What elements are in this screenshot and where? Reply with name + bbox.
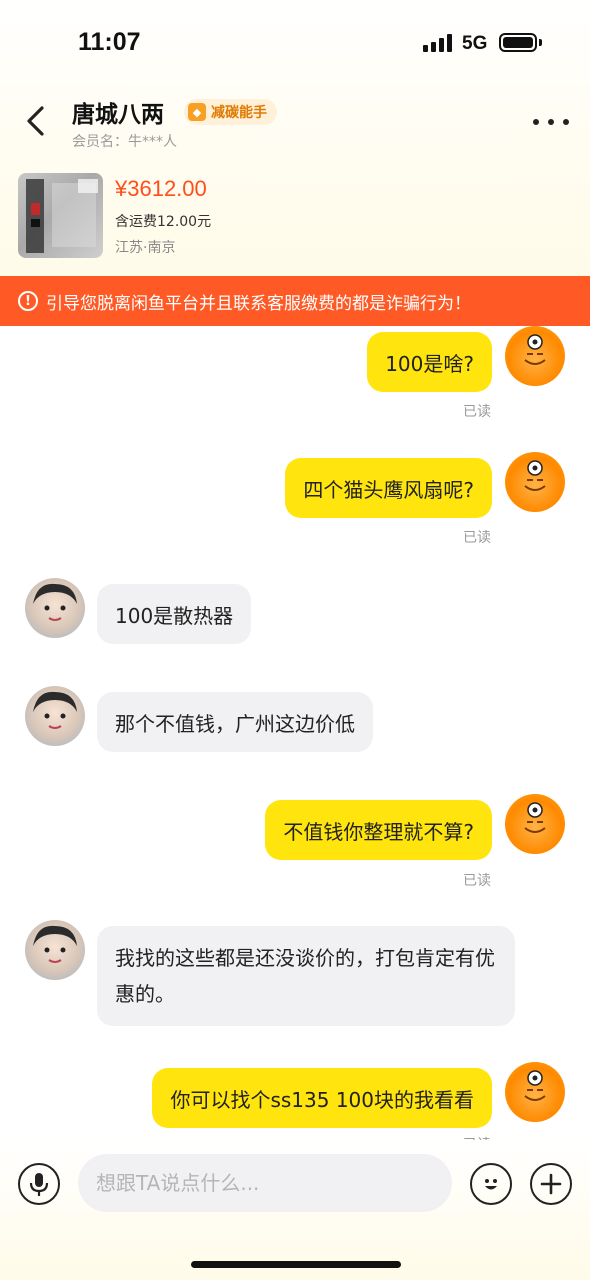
product-price: ¥3612.00 — [115, 176, 207, 201]
message-bubble-received[interactable]: 100是散热器 — [97, 584, 252, 644]
product-location: 江苏·南京 — [115, 240, 176, 256]
microphone-icon[interactable] — [18, 1163, 60, 1205]
status-time: 11:07 — [78, 28, 141, 56]
battery-icon — [499, 33, 537, 52]
my-avatar[interactable] — [505, 326, 565, 386]
message-bubble-sent[interactable]: 你可以找个ss135 100块的我看看 — [152, 1068, 492, 1128]
message-bubble-sent[interactable]: 不值钱你整理就不算? — [265, 800, 492, 860]
message-bubble-sent[interactable]: 四个猫头鹰风扇呢? — [285, 458, 492, 518]
my-avatar[interactable] — [505, 794, 565, 854]
badge-label: 减碳能手 — [211, 105, 267, 121]
warning-icon: ! — [18, 291, 38, 311]
warning-text: 引导您脱离闲鱼平台并且联系客服缴费的都是诈骗行为！ — [46, 293, 471, 314]
my-avatar[interactable] — [505, 452, 565, 512]
message-bubble-sent[interactable]: 100是啥? — [367, 332, 492, 392]
more-icon[interactable] — [533, 110, 569, 134]
seller-badge[interactable]: ◆ 减碳能手 — [184, 99, 277, 125]
chat-messages[interactable]: 100是啥? 已读 四个猫头鹰风扇呢? 已读 100是散热器 那个不值钱，广州这… — [0, 326, 590, 1140]
message-input[interactable] — [78, 1154, 452, 1212]
emoji-icon[interactable] — [470, 1163, 512, 1205]
read-status: 已读 — [463, 530, 491, 546]
message-bubble-received[interactable]: 那个不值钱，广州这边价低 — [97, 692, 373, 752]
read-status: 已读 — [463, 873, 491, 889]
seller-avatar[interactable] — [25, 686, 85, 746]
product-thumbnail[interactable] — [18, 173, 103, 258]
leaf-badge-icon: ◆ — [188, 103, 206, 121]
fraud-warning-banner: ! 引导您脱离闲鱼平台并且联系客服缴费的都是诈骗行为！ — [0, 276, 590, 326]
chat-header: 唐城八两 ◆ 减碳能手 会员名：牛***人 — [0, 88, 590, 158]
plus-icon[interactable] — [530, 1163, 572, 1205]
seller-name[interactable]: 唐城八两 — [72, 95, 164, 129]
network-label: 5G — [462, 33, 488, 54]
signal-icon — [423, 34, 455, 52]
read-status: 已读 — [463, 404, 491, 420]
product-card[interactable]: ¥3612.00 含运费12.00元 江苏·南京 — [0, 168, 590, 268]
home-indicator[interactable] — [191, 1261, 401, 1268]
status-bar: 11:07 5G — [0, 0, 590, 88]
seller-avatar[interactable] — [25, 920, 85, 980]
product-shipping: 含运费12.00元 — [115, 214, 212, 230]
my-avatar[interactable] — [505, 1062, 565, 1122]
seller-avatar[interactable] — [25, 578, 85, 638]
message-input-bar — [0, 1140, 590, 1280]
back-icon[interactable] — [20, 104, 54, 138]
message-bubble-received[interactable]: 我找的这些都是还没谈价的，打包肯定有优惠的。 — [97, 926, 515, 1026]
member-name: 会员名：牛***人 — [72, 134, 177, 150]
battery-tip — [539, 39, 542, 46]
